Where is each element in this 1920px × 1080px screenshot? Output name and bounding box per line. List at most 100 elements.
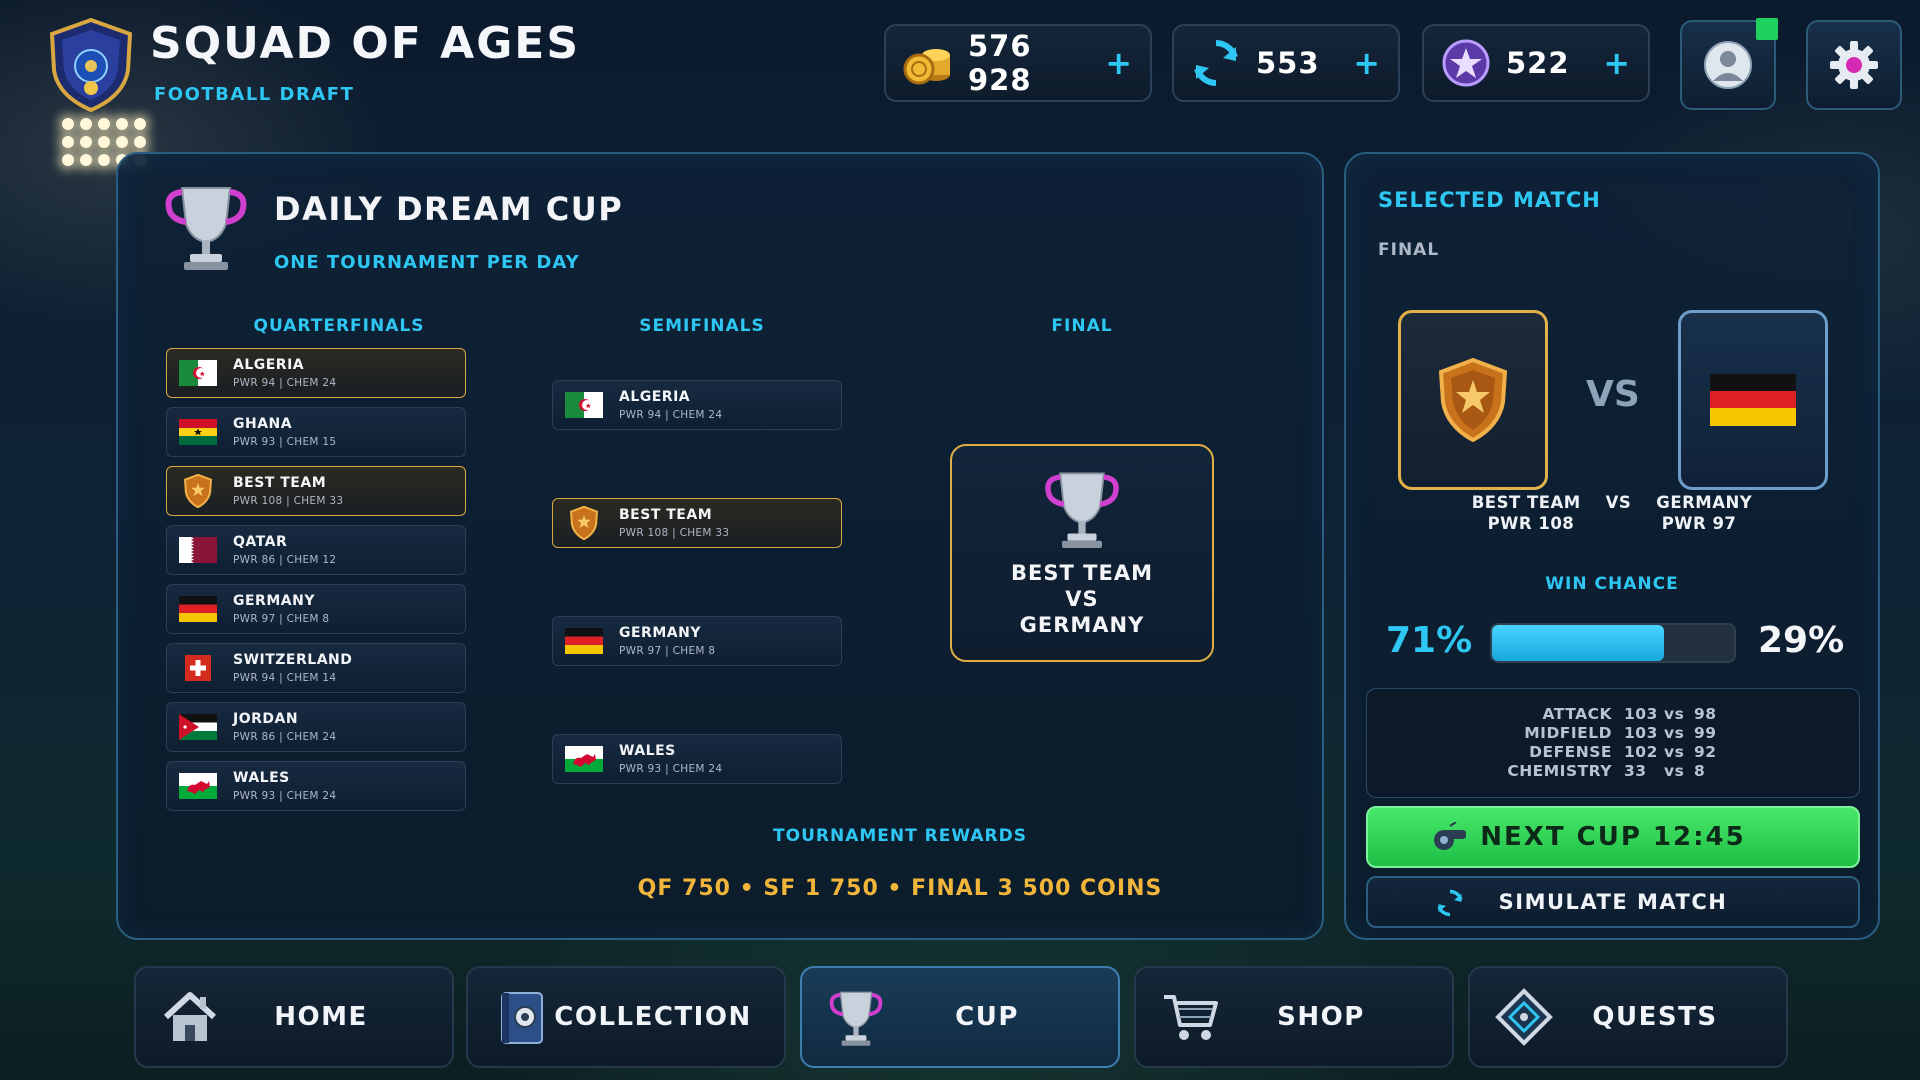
- tournament-title: DAILY DREAM CUP: [274, 190, 624, 228]
- semifinals-header: SEMIFINALS: [639, 316, 765, 336]
- gear-icon: [1830, 41, 1878, 89]
- sf-slot-best-team[interactable]: BEST TEAM PWR 108 | CHEM 33: [552, 498, 842, 548]
- trophy-icon: [165, 187, 247, 270]
- game-subtitle: FOOTBALL DRAFT: [154, 84, 355, 105]
- refresh-icon: [1437, 889, 1463, 917]
- stat-value-b: 98: [1694, 705, 1717, 723]
- algeria-flag-icon: [565, 392, 603, 418]
- win-chance-fill: [1492, 625, 1664, 661]
- nav-home-label: HOME: [274, 1002, 368, 1032]
- best-team-card[interactable]: [1398, 310, 1548, 490]
- gems-counter[interactable]: 522 +: [1422, 24, 1650, 102]
- stat-vs: vs: [1664, 743, 1685, 761]
- team-stats: PWR 93 | CHEM 24: [619, 762, 723, 775]
- home-icon: [163, 992, 217, 1041]
- qf-slot-switzerland[interactable]: SWITZERLAND PWR 94 | CHEM 14: [166, 643, 466, 693]
- final-match-card[interactable]: BEST TEAM VS GERMANY: [950, 444, 1214, 662]
- match-stage: FINAL: [1378, 240, 1440, 260]
- match-vs: VS: [1586, 374, 1640, 415]
- team-name: ALGERIA: [619, 388, 691, 405]
- qf-slot-wales[interactable]: WALES PWR 93 | CHEM 24: [166, 761, 466, 811]
- sf-slot-algeria[interactable]: ALGERIA PWR 94 | CHEM 24: [552, 380, 842, 430]
- team-name: JORDAN: [233, 710, 299, 727]
- best-team-shield-icon: [1438, 358, 1508, 442]
- qf-slot-algeria[interactable]: ALGERIA PWR 94 | CHEM 24: [166, 348, 466, 398]
- team-name: BEST TEAM: [619, 506, 713, 523]
- settings-button[interactable]: [1806, 20, 1902, 110]
- stat-value-b: 8: [1694, 762, 1706, 780]
- team-name: QATAR: [233, 533, 288, 550]
- wales-flag-icon: [565, 746, 603, 772]
- team-stats: PWR 108 | CHEM 33: [619, 526, 730, 539]
- team-stats: PWR 94 | CHEM 14: [233, 671, 337, 684]
- sf-slot-wales[interactable]: WALES PWR 93 | CHEM 24: [552, 734, 842, 784]
- nav-quests-label: QUESTS: [1592, 1002, 1718, 1032]
- wales-flag-icon: [179, 773, 217, 799]
- sf-slot-germany[interactable]: GERMANY PWR 97 | CHEM 8: [552, 616, 842, 666]
- switzerland-flag-icon: [185, 655, 211, 681]
- cup-trophy-icon: [829, 991, 883, 1046]
- germany-flag-icon: [1710, 374, 1796, 426]
- team-name: ALGERIA: [233, 356, 305, 373]
- team-name: WALES: [619, 742, 676, 759]
- germany-card[interactable]: [1678, 310, 1828, 490]
- nav-quests[interactable]: QUESTS: [1468, 966, 1788, 1068]
- qf-slot-qatar[interactable]: QATAR PWR 86 | CHEM 12: [166, 525, 466, 575]
- tokens-counter[interactable]: 553 +: [1172, 24, 1400, 102]
- stat-vs: vs: [1664, 724, 1685, 742]
- notification-badge: [1756, 18, 1778, 40]
- team-name: GHANA: [233, 415, 293, 432]
- nav-home[interactable]: HOME: [134, 966, 454, 1068]
- qf-slot-jordan[interactable]: JORDAN PWR 86 | CHEM 24: [166, 702, 466, 752]
- team-stats: PWR 97 | CHEM 8: [233, 612, 330, 625]
- stat-value-a: 103: [1624, 705, 1658, 723]
- win-chance-left: 71%: [1386, 620, 1473, 661]
- add-coins-button[interactable]: +: [1105, 44, 1132, 82]
- qf-slot-germany[interactable]: GERMANY PWR 97 | CHEM 8: [166, 584, 466, 634]
- next-cup-button[interactable]: NEXT CUP 12:45: [1366, 806, 1860, 868]
- germany-flag-icon: [179, 596, 217, 622]
- add-tokens-button[interactable]: +: [1353, 44, 1380, 82]
- simulate-match-button[interactable]: SIMULATE MATCH: [1366, 876, 1860, 928]
- algeria-flag-icon: [179, 360, 217, 386]
- final-vs: VS: [1065, 587, 1099, 611]
- best-team-shield-icon: [183, 474, 213, 508]
- nav-cup[interactable]: CUP: [800, 966, 1120, 1068]
- match-power-line: PWR 108 PWR 97: [1487, 514, 1737, 533]
- stat-value-a: 102: [1624, 743, 1658, 761]
- stat-label: DEFENSE: [1529, 743, 1612, 761]
- selected-match-title: SELECTED MATCH: [1378, 188, 1601, 212]
- jordan-flag-icon: [179, 714, 217, 740]
- nav-shop[interactable]: SHOP: [1134, 966, 1454, 1068]
- team-name: GERMANY: [233, 592, 315, 609]
- win-chance-bar: [1490, 623, 1736, 663]
- qf-slot-best-team[interactable]: BEST TEAM PWR 108 | CHEM 33: [166, 466, 466, 516]
- final-team-1: BEST TEAM: [1011, 561, 1153, 585]
- rewards-line: QF 750 • SF 1 750 • FINAL 3 500 COINS: [637, 876, 1163, 901]
- final-header: FINAL: [1051, 316, 1113, 336]
- qf-slot-ghana[interactable]: GHANA PWR 93 | CHEM 15: [166, 407, 466, 457]
- coins-counter[interactable]: 576 928 +: [884, 24, 1152, 102]
- match-teams-line: BEST TEAM VS GERMANY: [1471, 493, 1753, 512]
- rewards-title: TOURNAMENT REWARDS: [773, 826, 1027, 846]
- profile-button[interactable]: [1680, 18, 1778, 110]
- add-gems-button[interactable]: +: [1603, 44, 1630, 82]
- next-cup-label: NEXT CUP 12:45: [1480, 822, 1746, 852]
- win-chance-right: 29%: [1758, 620, 1845, 661]
- team-stats: PWR 86 | CHEM 24: [233, 730, 337, 743]
- whistle-icon: [1434, 822, 1466, 850]
- nav-shop-label: SHOP: [1277, 1002, 1365, 1032]
- nav-cup-label: CUP: [955, 1002, 1019, 1032]
- quest-diamond-icon: [1495, 988, 1553, 1046]
- stat-vs: vs: [1664, 762, 1685, 780]
- team-name: GERMANY: [619, 624, 701, 641]
- team-name: WALES: [233, 769, 290, 786]
- match-stats-box: ATTACK 103 vs 98 MIDFIELD 103 vs 99 DEFENSE 102 vs…: [1366, 688, 1860, 798]
- nav-collection[interactable]: COLLECTION: [466, 966, 786, 1068]
- stat-label: ATTACK: [1542, 705, 1612, 723]
- team-stats: PWR 93 | CHEM 24: [233, 789, 337, 802]
- final-trophy-icon: [1045, 472, 1119, 548]
- team-stats: PWR 97 | CHEM 8: [619, 644, 716, 657]
- gems-value: 522: [1506, 46, 1570, 80]
- profile-icon: [1704, 41, 1752, 89]
